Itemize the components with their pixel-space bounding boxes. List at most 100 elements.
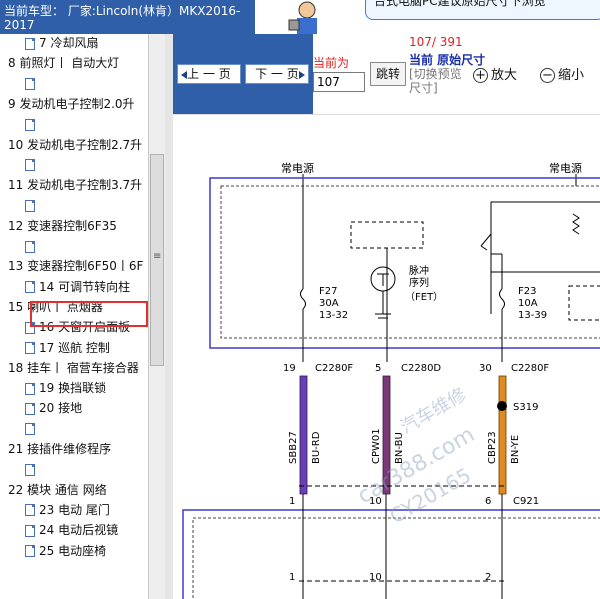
tree-item[interactable]: 10 发动机电子控制2.7升 <box>8 138 142 152</box>
zoom-out-button[interactable]: − 缩小 <box>540 64 584 83</box>
wire3-color: BN-YE <box>510 435 521 464</box>
wire1-code: SBB27 <box>288 431 299 464</box>
zoom-out-label: 缩小 <box>558 68 585 83</box>
tree-item[interactable] <box>25 462 35 476</box>
tree-item[interactable]: 25 电动座椅 <box>25 544 106 558</box>
prev-page-button[interactable]: 上 一 页 <box>177 64 241 84</box>
connector-c2280f-b: C2280F <box>511 363 549 374</box>
document-icon <box>25 342 35 354</box>
tree-item-label: 20 接地 <box>39 401 83 416</box>
tree-item[interactable] <box>25 117 35 131</box>
grip-icon: ≡ <box>153 251 162 262</box>
tree-item[interactable]: 11 发动机电子控制3.7升 <box>8 178 142 192</box>
tree-item-label: 24 电动后视镜 <box>39 523 119 538</box>
fuse-f27-symbol <box>300 288 306 310</box>
tree-item-label: 9 发动机电子控制2.0升 <box>8 96 135 111</box>
tree-item-label: 23 电动 尾门 <box>39 502 110 517</box>
document-icon <box>25 504 35 517</box>
tree-item[interactable] <box>25 198 35 212</box>
minus-icon: − <box>540 68 555 83</box>
prev-page-label: 上 一 页 <box>187 67 231 81</box>
jump-button[interactable]: 跳转 <box>370 62 406 86</box>
switch-size-link[interactable]: [切换预览尺寸] <box>409 67 467 95</box>
next-page-button[interactable]: 下 一 页 <box>245 64 309 84</box>
scrollbar-thumb[interactable]: ≡ <box>150 154 164 366</box>
tree-item-label: 13 变速器控制6F50丨6F <box>8 259 144 274</box>
power-label-1: 常电源 <box>281 161 314 175</box>
document-icon <box>25 524 35 537</box>
connector-c2280d: C2280D <box>401 363 441 374</box>
tree-item-label: 14 可调节转向柱 <box>39 279 131 294</box>
tree-item[interactable] <box>25 422 35 436</box>
tree-item-label: 8 前照灯丨 自动大灯 <box>8 56 120 71</box>
tree-item[interactable]: 14 可调节转向柱 <box>25 280 130 294</box>
mascot-icon <box>288 1 317 34</box>
tree-item[interactable] <box>25 158 35 172</box>
tree-item[interactable]: 18 挂车丨 宿营车接合器 <box>8 361 139 375</box>
pin-19: 19 <box>283 363 296 374</box>
document-icon <box>25 37 35 50</box>
top-banner: 台式电脑PC建议原始尺寸下浏览 <box>255 0 600 34</box>
current-page-label: 当前为 <box>313 56 350 70</box>
document-icon <box>25 423 35 436</box>
tree-item[interactable]: 20 接地 <box>25 401 82 415</box>
tree-item-label: 22 模块 通信 网络 <box>8 482 107 497</box>
pin-30: 30 <box>479 363 492 374</box>
tree-item-label: 25 电动座椅 <box>39 543 107 558</box>
wire-cbp23[interactable] <box>498 375 507 495</box>
right-arrow-icon <box>299 71 305 79</box>
tree-item[interactable]: 23 电动 尾门 <box>25 503 110 517</box>
pin-1b: 1 <box>289 572 295 583</box>
document-icon <box>25 240 35 253</box>
tree-item[interactable]: 24 电动后视镜 <box>25 523 118 537</box>
wire3-code: CBP23 <box>487 431 498 464</box>
document-icon <box>25 159 35 172</box>
tree-item[interactable]: 22 模块 通信 网络 <box>8 483 107 497</box>
pin-5: 5 <box>375 363 381 374</box>
zoom-in-button[interactable]: + 放大 <box>473 64 517 83</box>
fet-module-box <box>350 221 424 249</box>
tree-item-label: 12 变速器控制6F35 <box>8 218 117 233</box>
document-icon <box>25 382 35 395</box>
page-count: 107/ 391 <box>409 35 463 49</box>
pin-10b: 10 <box>369 572 382 583</box>
page-number-input[interactable] <box>313 72 365 92</box>
left-arrow-icon <box>181 71 187 79</box>
tree-item[interactable] <box>25 77 35 91</box>
selected-item-highlight <box>30 301 148 327</box>
viewer-toolbar: 上 一 页 下 一 页 当前为 跳转 107/ 391 当前 原始尺寸 [切换预… <box>173 34 600 114</box>
vehicle-title-line1: 当前车型： 厂家:Lincoln(林肯）MKX2016- <box>4 4 241 18</box>
tree-scrollbar[interactable]: ≡ <box>148 34 165 599</box>
banner-message: 台式电脑PC建议原始尺寸下浏览 <box>365 0 600 20</box>
fuse-f23-location: 13-39 <box>518 310 547 321</box>
tree-item[interactable]: 9 发动机电子控制2.0升 <box>8 97 135 111</box>
document-icon <box>25 281 35 294</box>
splitter[interactable] <box>165 34 173 599</box>
tree-item[interactable]: 19 换挡联锁 <box>25 381 106 395</box>
fet-label-3: （FET） <box>405 291 443 303</box>
fuse-box-outline <box>209 177 600 349</box>
fuse-f27-rating: 30A <box>319 298 339 309</box>
vehicle-title: 当前车型： 厂家:Lincoln(林肯）MKX2016- 2017 <box>0 0 255 34</box>
tree-item-label: 18 挂车丨 宿营车接合器 <box>8 360 139 375</box>
splice-s319: S319 <box>513 402 538 413</box>
tree-item[interactable]: 13 变速器控制6F50丨6F <box>8 259 143 273</box>
wire2-code: CPW01 <box>371 428 382 464</box>
pin-1: 1 <box>289 496 295 507</box>
tree-item[interactable]: 17 巡航 控制 <box>25 341 110 355</box>
tree-item[interactable]: 12 变速器控制6F35 <box>8 219 117 233</box>
document-icon <box>25 402 35 415</box>
tree-item[interactable]: 7 冷却风扇 <box>25 36 98 50</box>
tree-item[interactable] <box>25 239 35 253</box>
tree-item[interactable]: 8 前照灯丨 自动大灯 <box>8 56 119 70</box>
wire-sbb27[interactable] <box>299 375 308 495</box>
tree-item-label: 21 接插件维修程序 <box>8 442 112 456</box>
vehicle-title-line2: 2017 <box>4 18 35 32</box>
tree-item-label: 11 发动机电子控制3.7升 <box>8 178 143 193</box>
tree-item[interactable]: 21 接插件维修程序 <box>8 442 111 456</box>
fuse-f23-rating: 10A <box>518 298 538 309</box>
wiring-diagram[interactable]: 常电源 常电源 F27 30A 13-32 脉冲 序列 （FET） F23 10… <box>173 114 600 599</box>
tree-item-label: 17 巡航 控制 <box>39 340 110 355</box>
splice-s319-dot <box>497 401 507 411</box>
connector-c2280f-a: C2280F <box>315 363 353 374</box>
